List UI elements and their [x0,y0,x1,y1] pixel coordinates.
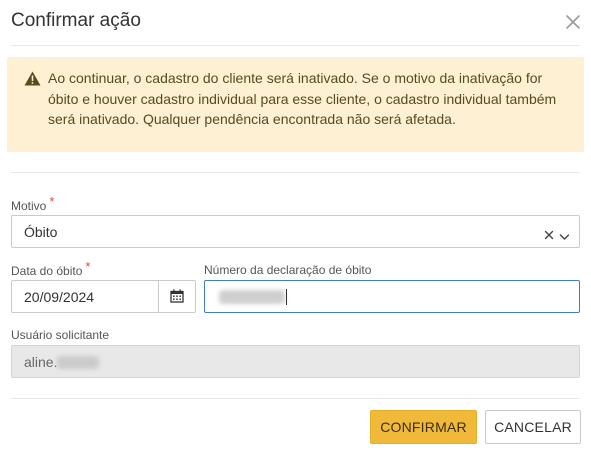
data-obito-label-text: Data do óbito [11,264,83,278]
usuario-value: aline. [24,354,58,370]
confirm-button[interactable]: CONFIRMAR [370,410,477,444]
close-icon[interactable] [564,13,582,31]
clear-icon[interactable] [544,227,554,245]
motivo-select[interactable]: Óbito [11,215,580,248]
usuario-label: Usuário solicitante [11,328,110,342]
redacted-value [219,290,285,304]
cancel-button[interactable]: CANCELAR [485,410,581,444]
motivo-label: Motivo * [11,194,54,213]
required-mark: * [49,194,55,209]
chevron-down-icon[interactable] [559,228,570,246]
redacted-value [57,356,99,369]
dialog-title: Confirmar ação [11,10,141,31]
data-obito-label: Data do óbito * [11,259,90,278]
numero-declaracao-label: Número da declaração de óbito [204,263,372,277]
calendar-icon [170,289,184,303]
motivo-label-text: Motivo [11,199,47,213]
motivo-value: Óbito [24,224,58,240]
calendar-button[interactable] [158,281,195,312]
warning-icon [24,71,41,91]
numero-declaracao-input[interactable] [204,280,580,313]
footer-divider [11,398,580,399]
warning-alert: Ao continuar, o cadastro do cliente será… [7,57,584,152]
data-obito-value: 20/09/2024 [24,289,95,305]
header-divider [11,45,580,46]
data-obito-input[interactable]: 20/09/2024 [11,280,196,313]
usuario-field: aline. [11,345,580,378]
alert-message: Ao continuar, o cadastro do cliente será… [48,70,557,127]
alert-divider [11,172,580,173]
required-mark: * [85,259,91,274]
confirm-action-dialog: Confirmar ação Ao continuar, o cadastro … [0,0,591,452]
text-caret [286,289,287,305]
